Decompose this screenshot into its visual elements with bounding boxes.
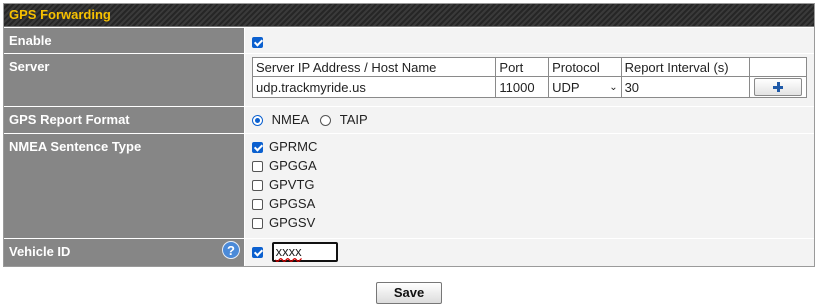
gpvtg-checkbox[interactable]	[252, 180, 263, 192]
gpvtg-label: GPVTG	[269, 177, 315, 192]
option-gpgsa[interactable]: GPGSA	[252, 194, 807, 213]
gprmc-checkbox[interactable]	[252, 142, 263, 154]
server-table: Server IP Address / Host Name Port Proto…	[251, 57, 807, 98]
gpgsa-label: GPGSA	[269, 196, 316, 211]
vehicle-id-label-text: Vehicle ID	[9, 244, 71, 259]
enable-row: Enable	[4, 27, 814, 53]
port-field[interactable]: 11000	[495, 76, 550, 98]
plus-icon	[773, 82, 784, 92]
enable-checkbox[interactable]	[252, 37, 263, 49]
nmea-row: NMEA Sentence Type GPRMC GPGGA GPVTG GPG…	[4, 133, 814, 238]
gprmc-label: GPRMC	[269, 139, 318, 154]
column-header-interval: Report Interval (s)	[620, 57, 751, 77]
report-format-label: GPS Report Format	[4, 107, 245, 133]
column-header-port: Port	[495, 57, 550, 77]
protocol-select[interactable]: UDP ⌄	[548, 76, 622, 98]
host-field[interactable]: udp.trackmyride.us	[251, 76, 497, 98]
nmea-radio-label: NMEA	[271, 112, 309, 127]
nmea-label: NMEA Sentence Type	[4, 134, 245, 238]
vehicle-id-input[interactable]: xxxx	[271, 242, 338, 262]
save-button[interactable]: Save	[376, 282, 442, 304]
option-gpgsv[interactable]: GPGSV	[252, 213, 807, 232]
report-format-row: GPS Report Format NMEA TAIP	[4, 106, 814, 133]
vehicle-id-checkbox[interactable]	[252, 246, 263, 258]
gpgga-label: GPGGA	[269, 158, 317, 173]
vehicle-id-label: Vehicle ID ?	[4, 239, 245, 266]
option-gpgga[interactable]: GPGGA	[252, 156, 807, 175]
column-header-action	[749, 57, 807, 77]
server-label: Server	[4, 54, 245, 106]
table-row: udp.trackmyride.us 11000 UDP ⌄ 30	[251, 76, 807, 98]
server-table-header: Server IP Address / Host Name Port Proto…	[251, 57, 807, 77]
help-icon[interactable]: ?	[222, 241, 240, 259]
nmea-radio[interactable]	[252, 115, 263, 127]
column-header-protocol: Protocol	[548, 57, 622, 77]
chevron-down-icon: ⌄	[609, 81, 618, 93]
add-server-button[interactable]	[754, 78, 803, 96]
taip-radio-label: TAIP	[339, 112, 368, 127]
gpgsa-checkbox[interactable]	[252, 199, 263, 211]
panel-title: GPS Forwarding	[4, 4, 814, 27]
gps-forwarding-panel: GPS Forwarding Enable Server Server IP A…	[3, 3, 815, 267]
option-gpvtg[interactable]: GPVTG	[252, 175, 807, 194]
protocol-value: UDP	[552, 79, 580, 95]
enable-label: Enable	[4, 28, 245, 53]
interval-field[interactable]: 30	[620, 76, 751, 98]
column-header-host: Server IP Address / Host Name	[251, 57, 497, 77]
gpgga-checkbox[interactable]	[252, 161, 263, 173]
taip-radio[interactable]	[320, 115, 332, 127]
gpgsv-checkbox[interactable]	[252, 218, 263, 230]
vehicle-id-row: Vehicle ID ? xxxx	[4, 238, 814, 266]
gpgsv-label: GPGSV	[269, 215, 316, 230]
option-gprmc[interactable]: GPRMC	[252, 137, 807, 156]
server-row: Server Server IP Address / Host Name Por…	[4, 53, 814, 106]
